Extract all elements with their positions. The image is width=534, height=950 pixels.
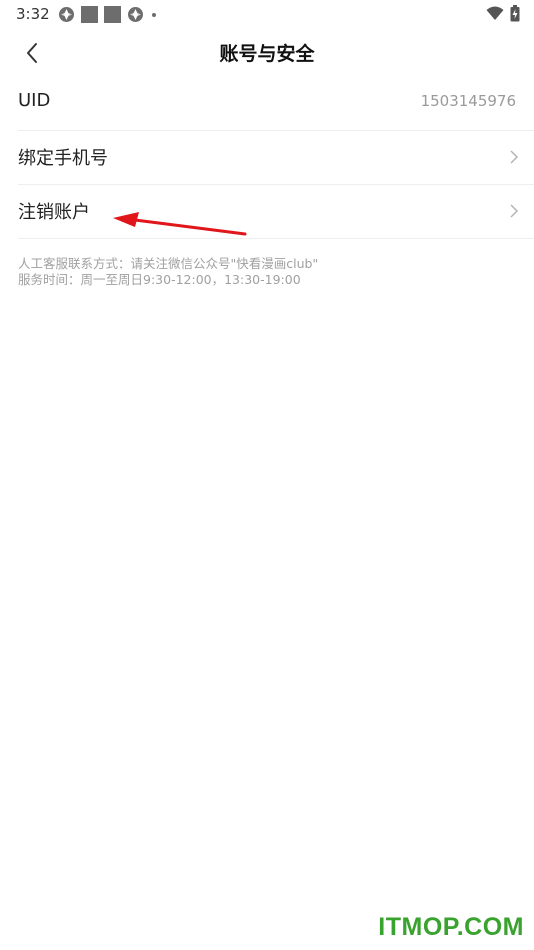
chevron-right-icon: [510, 150, 519, 164]
app-icon: [59, 6, 74, 22]
status-time: 3:32: [16, 5, 50, 23]
app-icon: [128, 6, 143, 22]
red-arrow-annotation: [113, 212, 247, 236]
bind-phone-row[interactable]: 绑定手机号: [18, 130, 534, 185]
service-contact-text: 人工客服联系方式：请关注微信公众号"快看漫画club": [18, 256, 319, 271]
square-icon: [81, 5, 98, 23]
status-right-icons: [486, 5, 520, 22]
service-hours-text: 服务时间：周一至周日9:30-12:00，13:30-19:00: [18, 272, 301, 287]
battery-icon: [510, 5, 520, 22]
bind-phone-label: 绑定手机号: [18, 148, 108, 169]
service-note: 人工客服联系方式：请关注微信公众号"快看漫画club" 服务时间：周一至周日9:…: [18, 256, 318, 288]
watermark-text: ITMOP.COM: [378, 913, 524, 941]
cancel-account-row[interactable]: 注销账户: [18, 184, 534, 239]
wifi-icon: [486, 6, 504, 20]
uid-row: UID 1503145976: [18, 76, 534, 131]
chevron-right-icon: [510, 204, 519, 218]
cancel-account-label: 注销账户: [18, 202, 90, 223]
page-title: 账号与安全: [219, 43, 315, 65]
uid-value: 1503145976: [420, 92, 516, 110]
status-left-icons: [58, 5, 158, 23]
status-bar: 3:32: [0, 0, 534, 28]
app-header: 账号与安全: [0, 28, 534, 78]
uid-label: UID: [18, 90, 51, 111]
dot-icon: [152, 12, 156, 17]
square-icon: [104, 5, 121, 23]
